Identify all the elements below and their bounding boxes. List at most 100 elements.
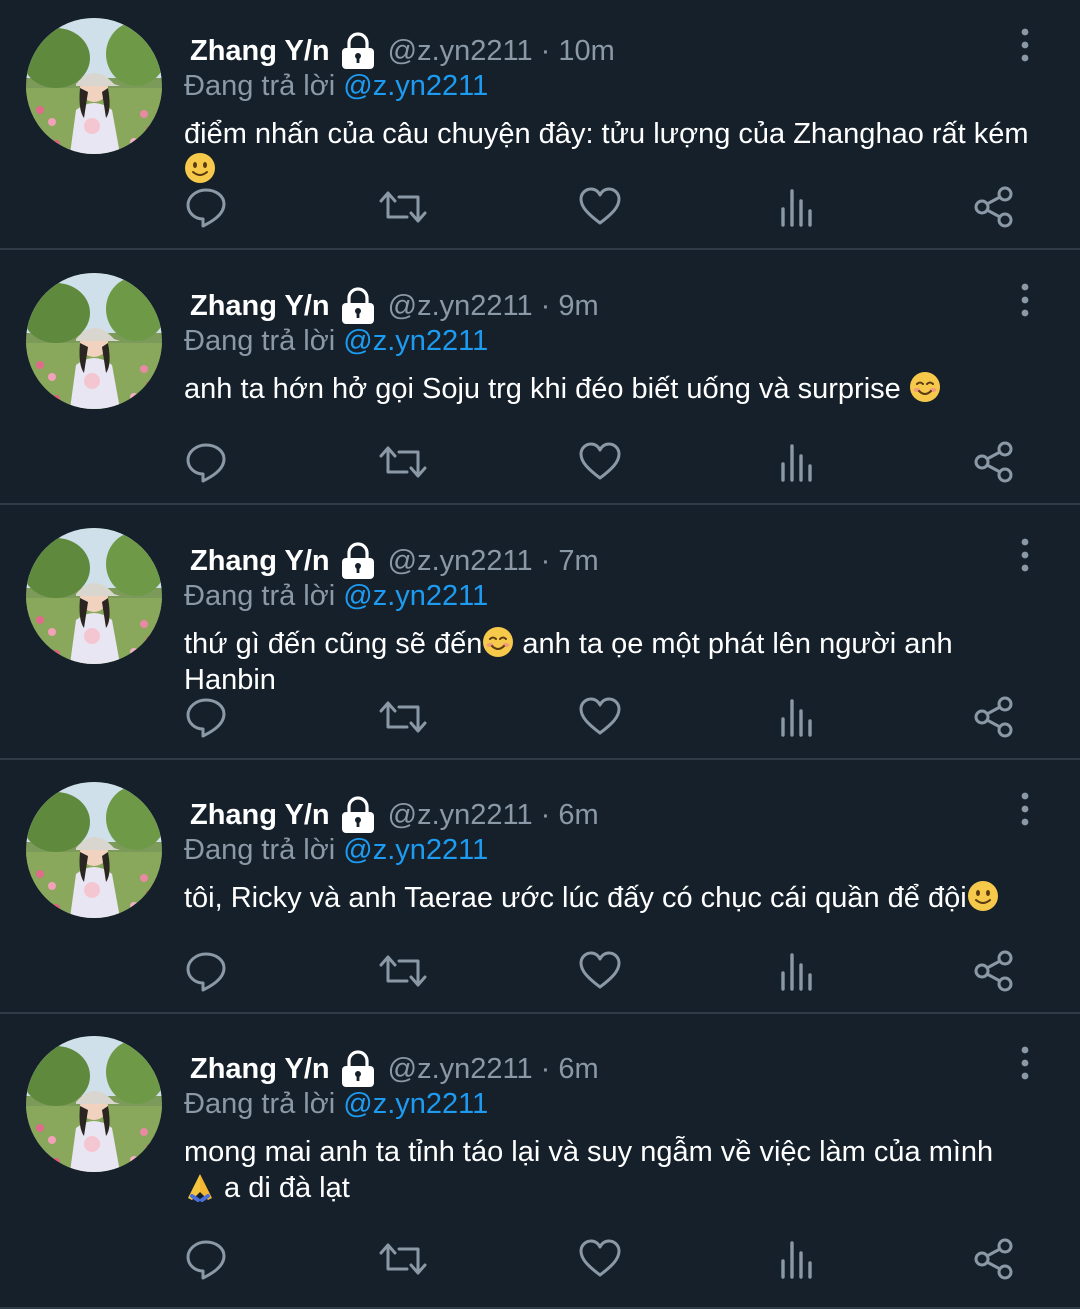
tweet-text-body: anh ta hớn hở gọi Soju trg khi đéo biết … [184,373,909,405]
action-bar [0,946,1080,996]
timestamp[interactable]: 10m [558,35,614,68]
more-vertical-icon[interactable] [1010,538,1040,572]
display-name[interactable]: Zhang Y/n [190,1053,330,1086]
reply-prefix: Đang trả lời [184,325,336,357]
more-vertical-icon[interactable] [1010,283,1040,317]
display-name[interactable]: Zhang Y/n [190,35,330,68]
share-icon[interactable] [969,692,1019,742]
display-name[interactable]: Zhang Y/n [190,545,330,578]
reply-prefix: Đang trả lời [184,834,336,866]
separator-dot: · [540,544,551,577]
tweet-header: Zhang Y/n @z.yn2211 · 6m [190,1048,599,1090]
tweet-text-body: thứ gì đến cũng sẽ đến [184,628,483,660]
tweet-header: Zhang Y/n @z.yn2211 · 7m [190,540,599,582]
slightly-smiling-face-emoji [967,880,999,912]
tweet-text-body: mong mai anh ta tỉnh táo lại và suy ngẫm… [184,1136,994,1168]
avatar[interactable] [26,528,162,664]
timestamp[interactable]: 7m [558,545,598,578]
user-handle[interactable]: @z.yn2211 [388,1053,533,1086]
heart-icon[interactable] [575,946,625,996]
tweet-card[interactable]: Zhang Y/n @z.yn2211 · 10m Đang trả lời @… [0,0,1080,250]
retweet-icon[interactable] [378,1234,428,1284]
avatar[interactable] [26,18,162,154]
share-icon[interactable] [969,437,1019,487]
separator-dot: · [540,34,551,67]
heart-icon[interactable] [575,692,625,742]
reply-icon[interactable] [181,437,231,487]
replying-to: Đang trả lời @z.yn2211 [184,325,488,358]
tweet-text: mong mai anh ta tỉnh táo lại và suy ngẫm… [184,1134,1044,1206]
retweet-icon[interactable] [378,182,428,232]
tweet-card[interactable]: Zhang Y/n @z.yn2211 · 7m Đang trả lời @z… [0,510,1080,760]
share-icon[interactable] [969,182,1019,232]
smiling-face-with-smiling-eyes-emoji [909,371,941,403]
user-handle[interactable]: @z.yn2211 [388,799,533,832]
smiling-face-with-smiling-eyes-emoji [482,626,514,658]
lock-icon [338,286,378,326]
reply-target-link[interactable]: @z.yn2211 [343,325,488,357]
tweet-card[interactable]: Zhang Y/n @z.yn2211 · 9m Đang trả lời @z… [0,255,1080,505]
folded-hands-emoji [184,1170,216,1202]
avatar[interactable] [26,782,162,918]
user-handle[interactable]: @z.yn2211 [388,290,533,323]
tweet-text-line2: a di đà lạt [216,1172,350,1204]
lock-icon [338,1049,378,1089]
lock-icon [338,795,378,835]
more-vertical-icon[interactable] [1010,28,1040,62]
action-bar [0,1234,1080,1284]
reply-icon[interactable] [181,182,231,232]
heart-icon[interactable] [575,437,625,487]
retweet-icon[interactable] [378,437,428,487]
reply-target-link[interactable]: @z.yn2211 [343,70,488,102]
user-handle[interactable]: @z.yn2211 [388,545,533,578]
reply-icon[interactable] [181,1234,231,1284]
share-icon[interactable] [969,946,1019,996]
reply-target-link[interactable]: @z.yn2211 [343,834,488,866]
views-icon[interactable] [772,946,822,996]
heart-icon[interactable] [575,1234,625,1284]
more-vertical-icon[interactable] [1010,792,1040,826]
views-icon[interactable] [772,1234,822,1284]
tweet-card[interactable]: Zhang Y/n @z.yn2211 · 6m Đang trả lời @z… [0,764,1080,1014]
display-name[interactable]: Zhang Y/n [190,290,330,323]
user-handle[interactable]: @z.yn2211 [388,35,533,68]
timestamp[interactable]: 6m [558,1053,598,1086]
replying-to: Đang trả lời @z.yn2211 [184,70,488,103]
retweet-icon[interactable] [378,692,428,742]
tweet-text: tôi, Ricky và anh Taerae ước lúc đấy có … [184,880,1044,916]
avatar[interactable] [26,273,162,409]
reply-prefix: Đang trả lời [184,580,336,612]
slightly-smiling-face-emoji [184,152,216,184]
retweet-icon[interactable] [378,946,428,996]
share-icon[interactable] [969,1234,1019,1284]
reply-icon[interactable] [181,692,231,742]
reply-icon[interactable] [181,946,231,996]
action-bar [0,437,1080,487]
views-icon[interactable] [772,692,822,742]
views-icon[interactable] [772,182,822,232]
tweet-header: Zhang Y/n @z.yn2211 · 10m [190,30,615,72]
more-vertical-icon[interactable] [1010,1046,1040,1080]
display-name[interactable]: Zhang Y/n [190,799,330,832]
reply-prefix: Đang trả lời [184,70,336,102]
reply-target-link[interactable]: @z.yn2211 [343,580,488,612]
replying-to: Đang trả lời @z.yn2211 [184,1088,488,1121]
tweet-header: Zhang Y/n @z.yn2211 · 6m [190,794,599,836]
reply-target-link[interactable]: @z.yn2211 [343,1088,488,1120]
tweet-text: thứ gì đến cũng sẽ đến anh ta ọe một phá… [184,626,1044,698]
timestamp[interactable]: 9m [558,290,598,323]
tweet-text-body: điểm nhấn của câu chuyện đây: tửu lượng … [184,118,1029,150]
lock-icon [338,31,378,71]
lock-icon [338,541,378,581]
separator-dot: · [540,289,551,322]
avatar[interactable] [26,1036,162,1172]
tweet-card[interactable]: Zhang Y/n @z.yn2211 · 6m Đang trả lời @z… [0,1018,1080,1309]
action-bar [0,182,1080,232]
heart-icon[interactable] [575,182,625,232]
reply-prefix: Đang trả lời [184,1088,336,1120]
tweet-text-body: tôi, Ricky và anh Taerae ước lúc đấy có … [184,882,967,914]
separator-dot: · [540,1052,551,1085]
views-icon[interactable] [772,437,822,487]
replying-to: Đang trả lời @z.yn2211 [184,580,488,613]
timestamp[interactable]: 6m [558,799,598,832]
